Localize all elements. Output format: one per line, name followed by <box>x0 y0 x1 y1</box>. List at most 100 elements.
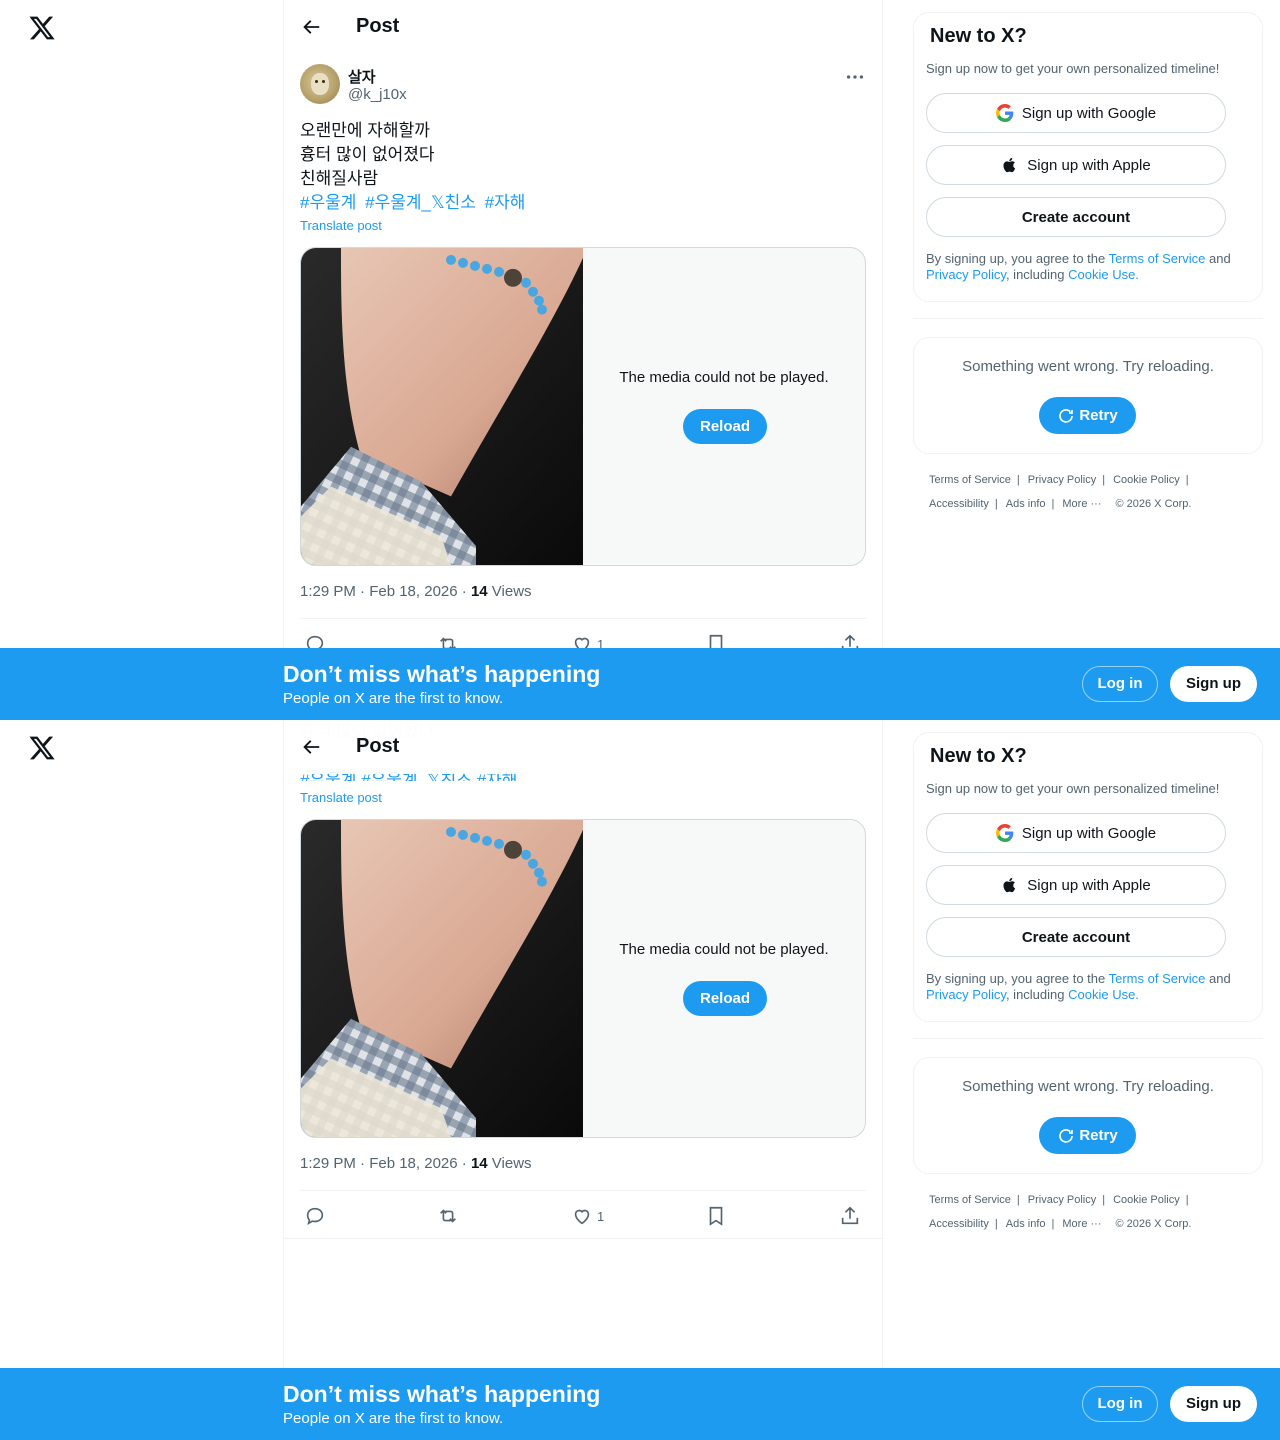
apple-icon <box>1003 157 1016 173</box>
media-error-text: The media could not be played. <box>619 941 829 958</box>
signup-legal: By signing up, you agree to the Terms of… <box>926 971 1252 1003</box>
footer-terms-link[interactable]: Terms of Service <box>929 474 1011 486</box>
author-handle[interactable]: @k_j10x <box>348 86 407 103</box>
retry-button[interactable]: Retry <box>1039 1117 1136 1154</box>
privacy-link[interactable]: Privacy Policy <box>926 267 1006 282</box>
hashtag-link[interactable]: #우울계_𝕏친소 <box>365 193 476 212</box>
retry-button[interactable]: Retry <box>1039 397 1136 434</box>
signup-button[interactable]: Sign up <box>1170 666 1257 702</box>
signup-title: New to X? <box>930 745 1027 767</box>
legal-text: and <box>1205 251 1231 266</box>
footer-more-link[interactable]: More ··· <box>1062 1218 1101 1230</box>
apple-signup-button[interactable]: Sign up with Apple <box>926 865 1226 905</box>
create-account-button[interactable]: Create account <box>926 197 1226 237</box>
footer-cookie-link[interactable]: Cookie Policy <box>1113 1194 1180 1206</box>
footer-terms-link[interactable]: Terms of Service <box>929 1194 1011 1206</box>
hashtag-link[interactable]: #우울계 <box>300 193 356 212</box>
footer-cookie-link[interactable]: Cookie Policy <box>1113 474 1180 486</box>
copyright: © 2026 X Corp. <box>1115 1218 1192 1230</box>
signup-title: New to X? <box>930 25 1027 47</box>
reply-button[interactable] <box>304 1204 326 1228</box>
retry-label: Retry <box>1079 407 1118 424</box>
legal-text: , including <box>1005 987 1069 1002</box>
divider <box>300 1190 866 1191</box>
page-title: Post <box>356 735 400 757</box>
media-error-panel: The media could not be played. Reload <box>583 248 865 565</box>
media-container: The media could not be played. Reload <box>300 247 866 566</box>
author-display-name[interactable]: 살자 <box>348 66 376 87</box>
post-header: Post <box>284 720 882 774</box>
post-timestamp[interactable]: 1:29 PM · Feb 18, 2026 · <box>300 583 471 600</box>
login-button[interactable]: Log in <box>1082 666 1158 702</box>
terms-link[interactable]: Terms of Service <box>1109 971 1206 986</box>
x-logo-icon[interactable] <box>28 14 56 42</box>
repost-icon <box>440 1209 456 1223</box>
legal-text: , including <box>1005 267 1069 282</box>
divider <box>284 1238 882 1239</box>
google-signup-button[interactable]: Sign up with Google <box>926 93 1226 133</box>
signup-button[interactable]: Sign up <box>1170 1386 1257 1422</box>
post-timestamp[interactable]: 1:29 PM · Feb 18, 2026 · <box>300 1155 471 1172</box>
apple-signup-button[interactable]: Sign up with Apple <box>926 145 1226 185</box>
media-error-panel: The media could not be played. Reload <box>583 820 865 1137</box>
legal-text: and <box>1205 971 1231 986</box>
create-account-button[interactable]: Create account <box>926 917 1226 957</box>
banner-title: Don’t miss what’s happening <box>283 1381 601 1407</box>
reload-button[interactable]: Reload <box>683 409 767 444</box>
bookmark-button[interactable] <box>705 1204 727 1228</box>
footer-privacy-link[interactable]: Privacy Policy <box>1028 474 1096 486</box>
footer-accessibility-link[interactable]: Accessibility <box>929 498 989 510</box>
cookie-link[interactable]: Cookie Use. <box>1068 987 1139 1002</box>
cookie-link[interactable]: Cookie Use. <box>1068 267 1139 282</box>
login-button[interactable]: Log in <box>1082 1386 1158 1422</box>
banner-subtitle: People on X are the first to know. <box>283 690 504 707</box>
arrow-left-icon[interactable] <box>300 736 322 758</box>
privacy-link[interactable]: Privacy Policy <box>926 987 1006 1002</box>
heart-icon <box>574 1209 590 1225</box>
post-text-line: 흉터 많이 없어졌다 <box>300 145 435 164</box>
repost-button[interactable] <box>437 1204 459 1228</box>
avatar[interactable] <box>300 64 340 104</box>
banner-subtitle: People on X are the first to know. <box>283 1410 504 1427</box>
divider <box>300 618 866 619</box>
translate-post-link[interactable]: Translate post <box>300 218 382 233</box>
apple-icon <box>1003 877 1016 893</box>
arrow-left-icon[interactable] <box>300 16 322 38</box>
column-border-right <box>882 0 883 720</box>
legal-text: By signing up, you agree to the <box>926 971 1109 986</box>
footer-more-link[interactable]: More ··· <box>1062 498 1101 510</box>
share-icon <box>841 1206 859 1225</box>
retry-label: Retry <box>1079 1127 1118 1144</box>
media-error-text: The media could not be played. <box>619 369 829 386</box>
views-label: Views <box>487 583 532 600</box>
x-logo-icon[interactable] <box>28 734 56 762</box>
apple-signup-label: Sign up with Apple <box>1027 156 1151 174</box>
reload-button[interactable]: Reload <box>683 981 767 1016</box>
footer-ads-link[interactable]: Ads info <box>1006 1218 1046 1230</box>
google-signup-button[interactable]: Sign up with Google <box>926 813 1226 853</box>
translate-post-link[interactable]: Translate post <box>300 790 382 805</box>
more-options-icon[interactable] <box>844 66 866 88</box>
footer-links: Terms of Service | Privacy Policy | Cookie P… <box>929 474 1192 510</box>
like-button[interactable]: 1 <box>571 1204 604 1228</box>
terms-link[interactable]: Terms of Service <box>1109 251 1206 266</box>
footer-links: Terms of Service | Privacy Policy | Cookie P… <box>929 1194 1192 1230</box>
trends-error-message: Something went wrong. Try reloading. <box>962 1078 1214 1095</box>
viewport-frame-scrolled: 흉터 많이 없어졌다 Post #우울계 #우울계_𝕏친소 #자해 Transl… <box>0 720 1280 1440</box>
hashtag-link[interactable]: #자해 <box>485 193 526 212</box>
share-button[interactable] <box>839 1204 861 1228</box>
views-label: Views <box>487 1155 532 1172</box>
reply-icon <box>306 1207 324 1226</box>
post-photo[interactable] <box>301 820 583 1137</box>
post-photo[interactable] <box>301 248 583 565</box>
footer-privacy-link[interactable]: Privacy Policy <box>1028 1194 1096 1206</box>
banner-title: Don’t miss what’s happening <box>283 661 601 687</box>
post-author: 살자 @k_j10x <box>300 64 866 108</box>
legal-text: By signing up, you agree to the <box>926 251 1109 266</box>
footer-accessibility-link[interactable]: Accessibility <box>929 1218 989 1230</box>
like-count: 1 <box>597 1208 605 1224</box>
trends-error-card: Something went wrong. Try reloading. Ret… <box>913 337 1263 454</box>
footer-ads-link[interactable]: Ads info <box>1006 498 1046 510</box>
google-icon <box>995 824 1014 842</box>
google-signup-label: Sign up with Google <box>1021 104 1157 122</box>
